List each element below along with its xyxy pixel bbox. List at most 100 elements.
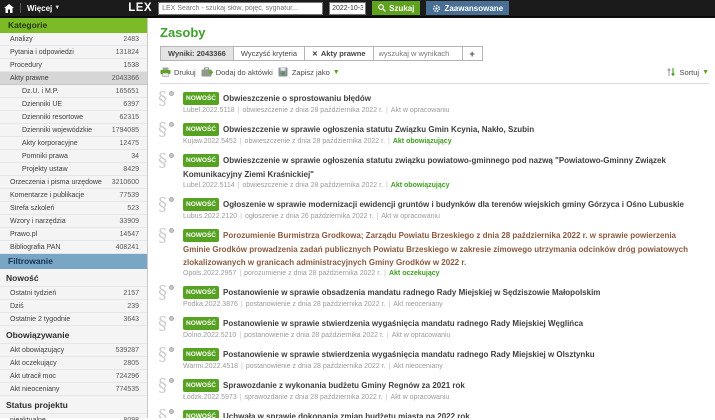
sidebar-item[interactable]: Ostatnie 2 tygodnie 3643 <box>0 313 147 326</box>
topbar-divider <box>20 3 21 13</box>
paragraph-icon: § <box>158 284 183 308</box>
categories-header: Kategorie <box>0 18 147 33</box>
result-row[interactable]: § NOWOŚĆ Obwieszczenie w sprawie ogłoszeni… <box>158 152 709 190</box>
result-title-line: NOWOŚĆ Porozumienie Burmistrza Grodkowa; … <box>183 228 705 268</box>
gear-icon <box>433 4 441 12</box>
print-button[interactable]: Drukuj <box>160 67 196 77</box>
sidebar-item[interactable]: Pomniki prawa 34 <box>0 150 147 163</box>
page-title: Zasoby <box>160 25 206 40</box>
sidebar-item[interactable]: Dzienniki resortowe 62315 <box>0 111 147 124</box>
sidebar-item-label: Dzienniki resortowe <box>22 113 84 121</box>
advanced-button-label: Zaawansowane <box>444 3 504 13</box>
search-button[interactable]: Szukaj <box>372 1 421 15</box>
chevron-down-icon: ▼ <box>332 68 340 76</box>
sidebar-item[interactable]: nieaktualne 8098 <box>0 414 147 420</box>
sidebar-item[interactable]: Akty prawne 2043366 <box>0 72 147 85</box>
sidebar-item[interactable]: Akt oczekujący 2805 <box>0 357 147 370</box>
sidebar-item-label: Analizy <box>10 35 33 43</box>
sidebar-item[interactable]: Procedury 1538 <box>0 59 147 72</box>
result-title[interactable]: Uchwała w sprawie dokonania zmian budżet… <box>223 412 470 418</box>
close-icon[interactable]: ✕ <box>312 50 318 58</box>
sidebar-item[interactable]: Akt obowiązujący 539287 <box>0 344 147 357</box>
result-title-line: NOWOŚĆ Uchwała w sprawie dokonania zmian … <box>183 409 705 418</box>
sidebar-item[interactable]: Dz.U. i M.P. 165651 <box>0 85 147 98</box>
sidebar-item[interactable]: Akt nieoceniany 774535 <box>0 383 147 396</box>
briefcase-button[interactable]: Dodaj do aktówki <box>201 67 273 77</box>
sidebar-item-count: 724296 <box>115 372 139 380</box>
sidebar-item[interactable]: Ostatni tydzień 2157 <box>0 287 147 300</box>
result-title-line: NOWOŚĆ Ogłoszenie w sprawie modernizacji … <box>183 197 705 211</box>
result-row[interactable]: § NOWOŚĆ Obwieszczenie o sprostowaniu błęd… <box>158 90 709 115</box>
new-badge: NOWOŚĆ <box>183 379 219 392</box>
sidebar-item[interactable]: Strefa szkoleń 523 <box>0 202 147 215</box>
sidebar-item[interactable]: Orzeczenia i pisma urzędowe 3210600 <box>0 176 147 189</box>
search-in-results-input[interactable] <box>372 46 463 61</box>
sidebar-item-label: Akty korporacyjne <box>22 139 78 147</box>
separator: | <box>240 213 242 220</box>
sidebar-item[interactable]: Akty korporacyjne 12475 <box>0 137 147 150</box>
sidebar-item[interactable]: Dzienniki UE 6397 <box>0 98 147 111</box>
sidebar: Kategorie Analizy 2483 Pytania i odpowiedz… <box>0 18 148 420</box>
result-title[interactable]: Porozumienie Burmistrza Grodkowa; Zarząd… <box>183 231 688 267</box>
result-row[interactable]: § NOWOŚĆ Porozumienie Burmistrza Grodkowa;… <box>158 227 709 278</box>
clear-criteria-button[interactable]: Wyczyść kryteria <box>232 46 306 61</box>
sidebar-item[interactable]: Komentarze i publikacje 77539 <box>0 189 147 202</box>
global-search-input[interactable] <box>158 1 324 15</box>
sidebar-item-count: 8098 <box>123 416 139 420</box>
sidebar-item[interactable]: Dziś 239 <box>0 300 147 313</box>
sidebar-item-count: 33909 <box>119 217 139 225</box>
paragraph-icon: § <box>158 408 183 418</box>
filter-section-title: Status projektu <box>0 396 147 414</box>
home-button[interactable] <box>4 3 14 13</box>
result-title[interactable]: Postanowienie w sprawie obsadzenia manda… <box>223 288 600 297</box>
result-status-link: Akt w opracowaniu <box>381 213 440 220</box>
save-as-button[interactable]: Zapisz jako ▼ <box>278 67 340 77</box>
result-row[interactable]: § NOWOŚĆ Sprawozdanie z wykonania budżetu … <box>158 377 709 402</box>
result-title[interactable]: Postanowienie w sprawie stwierdzenia wyg… <box>223 319 583 328</box>
result-title[interactable]: Postanowienie w sprawie stwierdzenia wyg… <box>223 350 595 359</box>
result-title[interactable]: Obwieszczenie w sprawie ogłoszenia statu… <box>183 156 666 179</box>
sidebar-item-count: 3210600 <box>111 178 139 186</box>
result-title[interactable]: Sprawozdanie z wykonania budżetu Gminy R… <box>223 381 465 390</box>
sidebar-item-label: Akt oczekujący <box>10 359 57 367</box>
results-count-tab[interactable]: Wyniki: 2043366 <box>160 46 234 61</box>
result-status-link[interactable]: Akt oczekujący <box>389 270 440 277</box>
add-criteria-button[interactable]: + <box>461 46 483 61</box>
result-row[interactable]: § NOWOŚĆ Uchwała w sprawie dokonania zmian… <box>158 408 709 418</box>
sidebar-item[interactable]: Pytania i odpowiedzi 131824 <box>0 46 147 59</box>
clear-criteria-label: Wyczyść kryteria <box>240 49 298 58</box>
result-row[interactable]: § NOWOŚĆ Postanowienie w sprawie stwierdze… <box>158 315 709 340</box>
sidebar-item[interactable]: Projekty ustaw 8429 <box>0 163 147 176</box>
result-title[interactable]: Obwieszczenie o sprostowaniu błędów <box>223 94 371 103</box>
sidebar-item[interactable]: Analizy 2483 <box>0 33 147 46</box>
sort-button[interactable]: Sortuj ▼ <box>666 67 709 77</box>
sidebar-item[interactable]: Dzienniki wojewódzkie 1794085 <box>0 124 147 137</box>
sidebar-item[interactable]: Bibliografia PAN 408241 <box>0 241 147 254</box>
advanced-button[interactable]: Zaawansowane <box>426 1 510 15</box>
sort-button-label: Sortuj <box>679 67 700 77</box>
result-row[interactable]: § NOWOŚĆ Obwieszczenie w sprawie ogłoszeni… <box>158 121 709 146</box>
filter-chip-akty-prawne[interactable]: ✕ Akty prawne <box>304 46 374 61</box>
sidebar-item-count: 2483 <box>123 35 139 43</box>
sidebar-item-label: Orzeczenia i pisma urzędowe <box>10 178 102 186</box>
result-status-link[interactable]: Akt obowiązujący <box>393 138 452 145</box>
sidebar-item-count: 2805 <box>123 359 139 367</box>
date-input[interactable] <box>329 1 367 15</box>
sidebar-item-label: Dzienniki wojewódzkie <box>22 126 93 134</box>
more-menu[interactable]: Więcej ▼ <box>27 4 60 13</box>
result-title[interactable]: Ogłoszenie w sprawie modernizacji ewiden… <box>223 200 684 209</box>
result-status-link[interactable]: Akt obowiązujący <box>391 182 450 189</box>
result-title-line: NOWOŚĆ Obwieszczenie w sprawie ogłoszenia… <box>183 122 705 136</box>
result-row[interactable]: § NOWOŚĆ Postanowienie w sprawie obsadzeni… <box>158 284 709 309</box>
result-title[interactable]: Obwieszczenie w sprawie ogłoszenia statu… <box>223 125 534 134</box>
results-list: § NOWOŚĆ Obwieszczenie o sprostowaniu błęd… <box>158 90 709 418</box>
sidebar-item[interactable]: Wzory i narzędzia 33909 <box>0 215 147 228</box>
result-status-link: Akt w opracowaniu <box>390 107 450 114</box>
sidebar-item-count: 1538 <box>123 61 139 69</box>
sidebar-item[interactable]: Akt utracił moc 724296 <box>0 370 147 383</box>
result-meta: Warmi.2022.4518 | postanowienie z dnia 28 … <box>183 363 705 370</box>
result-row[interactable]: § NOWOŚĆ Postanowienie w sprawie stwierdze… <box>158 346 709 371</box>
sidebar-item[interactable]: Prawo.pl 14547 <box>0 228 147 241</box>
result-body: NOWOŚĆ Obwieszczenie w sprawie ogłoszenia… <box>183 122 709 145</box>
result-row[interactable]: § NOWOŚĆ Ogłoszenie w sprawie modernizacji… <box>158 196 709 221</box>
